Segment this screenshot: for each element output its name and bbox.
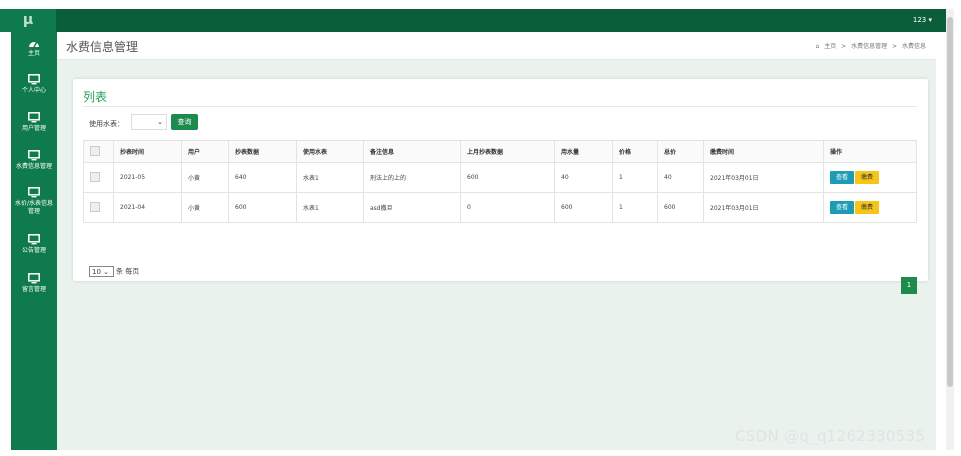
column-header[interactable]: 抄表数据 bbox=[228, 140, 297, 163]
chevron-down-icon: ⌄ bbox=[157, 118, 163, 126]
page-size-suffix: 条 每页 bbox=[116, 267, 140, 276]
breadcrumb-home[interactable]: 主页 bbox=[824, 43, 836, 50]
pay-button[interactable]: 缴费 bbox=[855, 171, 879, 184]
column-header[interactable]: 缴费时间 bbox=[703, 140, 824, 163]
sidebar-item-label: 主页 bbox=[27, 50, 40, 57]
row-select-cell bbox=[83, 162, 114, 193]
main-content: 水费信息管理 ⌂ 主页 > 水费信息管理 > 水费信息 列表 使用水表： ⌄ 查… bbox=[57, 32, 936, 450]
cell-actions: 查看 缴费 bbox=[823, 162, 917, 193]
page-size-control: 10 ⌄ 条 每页 bbox=[89, 266, 139, 277]
cell-time: 2021-04 bbox=[113, 192, 182, 223]
breadcrumb-separator: > bbox=[892, 43, 898, 50]
table-row: 2021-04 小黄 600 水表1 asd撒旦 0 600 1 600 202… bbox=[83, 192, 917, 223]
cell-last-reading: 600 bbox=[460, 162, 555, 193]
card-divider bbox=[83, 106, 917, 107]
meter-select[interactable]: ⌄ bbox=[131, 114, 167, 130]
column-header: 操作 bbox=[823, 140, 917, 163]
row-checkbox[interactable] bbox=[90, 171, 100, 182]
sidebar-item-label: 水费信息管理 bbox=[15, 163, 52, 170]
cell-price: 1 bbox=[612, 162, 658, 193]
sidebar-item-label: 水价/水表信息 bbox=[14, 200, 54, 207]
column-header[interactable]: 使用水表 bbox=[296, 140, 364, 163]
user-menu[interactable]: 123 ▾ bbox=[913, 9, 932, 32]
cell-usage: 40 bbox=[554, 162, 613, 193]
cell-paid-time: 2021年03月01日 bbox=[703, 162, 824, 193]
select-all-checkbox[interactable] bbox=[90, 145, 100, 156]
monitor-icon bbox=[28, 273, 40, 284]
row-select-cell bbox=[83, 192, 114, 223]
column-header[interactable]: 价格 bbox=[612, 140, 658, 163]
cell-last-reading: 0 bbox=[460, 192, 555, 223]
sidebar-item-price-meter[interactable]: 水价/水表信息 管理 bbox=[11, 187, 57, 216]
card-title: 列表 bbox=[83, 90, 108, 104]
table-row: 2021-05 小黄 640 水表1 刑法上的上的 600 40 1 40 20… bbox=[83, 162, 917, 193]
page-size-select[interactable]: 10 ⌄ bbox=[89, 266, 114, 277]
sidebar-item-label: 管理 bbox=[27, 208, 40, 215]
page-header: 水费信息管理 ⌂ 主页 > 水费信息管理 > 水费信息 bbox=[57, 32, 936, 60]
column-header[interactable]: 总价 bbox=[657, 140, 704, 163]
top-bar: μ 123 ▾ bbox=[0, 9, 946, 32]
sidebar-item-notice[interactable]: 公告管理 bbox=[11, 234, 57, 255]
sidebar: 主页 个人中心 用户管理 水费信息管理 水价/水表信息 管理 公告管理 留言管理 bbox=[11, 32, 57, 450]
monitor-icon bbox=[28, 150, 40, 161]
column-header[interactable]: 上月抄表数据 bbox=[460, 140, 555, 163]
sidebar-item-label: 个人中心 bbox=[21, 87, 46, 94]
sidebar-item-label: 留言管理 bbox=[21, 286, 46, 293]
cell-time: 2021-05 bbox=[113, 162, 182, 193]
sidebar-item-profile[interactable]: 个人中心 bbox=[11, 74, 57, 95]
data-table: 抄表时间 用户 抄表数据 使用水表 备注信息 上月抄表数据 用水量 价格 总价 … bbox=[83, 140, 917, 223]
scrollbar-thumb[interactable] bbox=[947, 17, 953, 387]
page-size-value: 10 bbox=[92, 268, 101, 276]
scrollbar[interactable] bbox=[946, 9, 954, 450]
cell-remark: asd撒旦 bbox=[363, 192, 461, 223]
view-button[interactable]: 查看 bbox=[830, 171, 854, 184]
table-header-row: 抄表时间 用户 抄表数据 使用水表 备注信息 上月抄表数据 用水量 价格 总价 … bbox=[83, 140, 917, 163]
pay-button[interactable]: 缴费 bbox=[855, 201, 879, 214]
view-button[interactable]: 查看 bbox=[830, 201, 854, 214]
column-header[interactable]: 备注信息 bbox=[363, 140, 461, 163]
page-title: 水费信息管理 bbox=[66, 40, 139, 54]
sidebar-item-message[interactable]: 留言管理 bbox=[11, 273, 57, 294]
monitor-icon bbox=[28, 187, 40, 198]
sidebar-item-water-fee[interactable]: 水费信息管理 bbox=[11, 150, 57, 171]
cell-meter: 水表1 bbox=[296, 162, 364, 193]
breadcrumb-current: 水费信息 bbox=[901, 43, 926, 50]
cell-actions: 查看 缴费 bbox=[823, 192, 917, 223]
cell-total: 40 bbox=[657, 162, 704, 193]
query-button[interactable]: 查询 bbox=[171, 114, 198, 130]
breadcrumb-separator: > bbox=[841, 43, 847, 50]
cell-usage: 600 bbox=[554, 192, 613, 223]
monitor-icon bbox=[28, 112, 40, 123]
column-header[interactable]: 抄表时间 bbox=[113, 140, 182, 163]
cell-remark: 刑法上的上的 bbox=[363, 162, 461, 193]
column-header[interactable]: 用水量 bbox=[554, 140, 613, 163]
monitor-icon bbox=[28, 74, 40, 85]
breadcrumb-water-fee[interactable]: 水费信息管理 bbox=[851, 43, 887, 50]
cell-meter: 水表1 bbox=[296, 192, 364, 223]
watermark: CSDN @q_q1262330535 bbox=[735, 427, 926, 445]
filter-label: 使用水表： bbox=[89, 120, 124, 128]
cell-paid-time: 2021年03月01日 bbox=[703, 192, 824, 223]
monitor-icon bbox=[28, 234, 40, 245]
cell-price: 1 bbox=[612, 192, 658, 223]
app-logo: μ bbox=[0, 9, 56, 32]
cell-total: 600 bbox=[657, 192, 704, 223]
select-all-cell bbox=[83, 140, 114, 163]
list-card: 列表 使用水表： ⌄ 查询 抄表时间 用户 抄表数据 使用水表 备注信息 上月抄… bbox=[73, 79, 928, 294]
column-header[interactable]: 用户 bbox=[181, 140, 229, 163]
sidebar-item-label: 公告管理 bbox=[21, 247, 46, 254]
sidebar-item-home[interactable]: 主页 bbox=[11, 38, 57, 58]
cell-user: 小黄 bbox=[181, 192, 229, 223]
cell-user: 小黄 bbox=[181, 162, 229, 193]
row-checkbox[interactable] bbox=[90, 201, 100, 212]
sidebar-item-users[interactable]: 用户管理 bbox=[11, 112, 57, 133]
home-icon: ⌂ bbox=[815, 43, 820, 50]
cell-reading: 600 bbox=[228, 192, 297, 223]
chevron-down-icon: ⌄ bbox=[103, 268, 110, 276]
pagination-page-1[interactable]: 1 bbox=[901, 277, 917, 294]
sidebar-item-label: 用户管理 bbox=[21, 125, 46, 132]
cell-reading: 640 bbox=[228, 162, 297, 193]
dashboard-icon bbox=[29, 42, 39, 48]
breadcrumb: ⌂ 主页 > 水费信息管理 > 水费信息 bbox=[812, 41, 926, 50]
